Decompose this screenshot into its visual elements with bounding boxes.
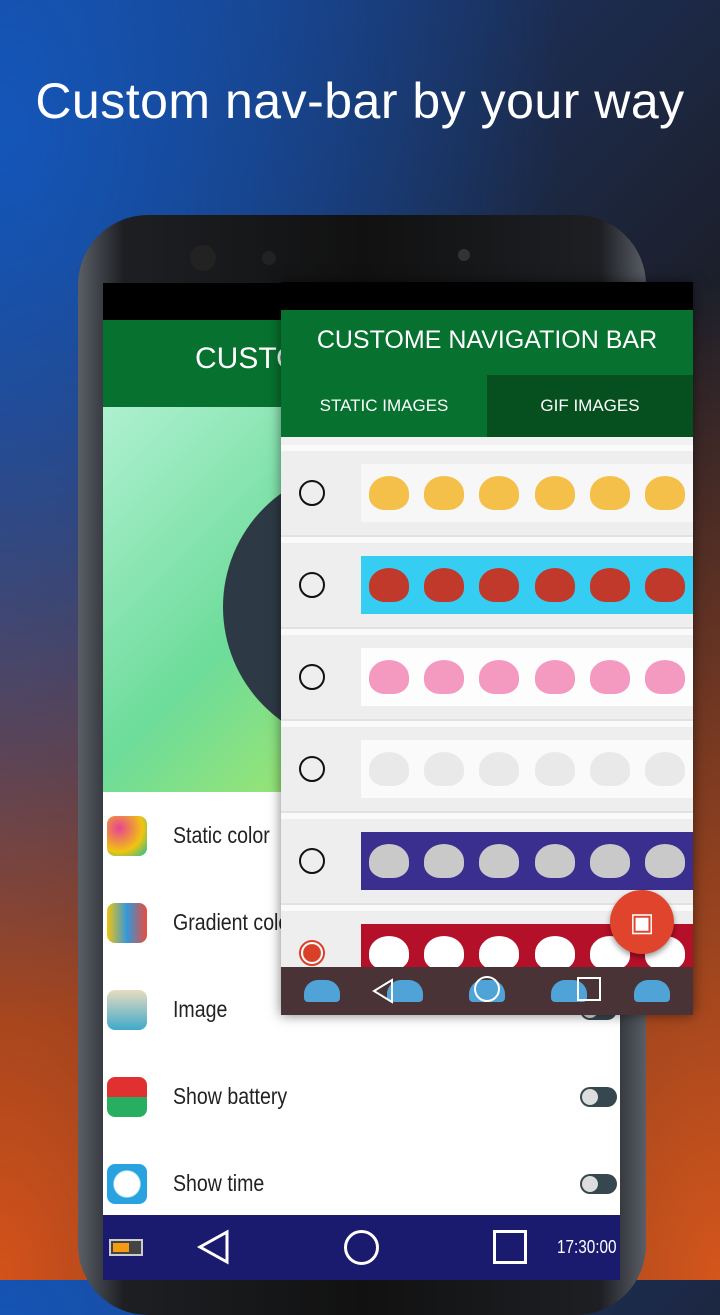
sticker bbox=[589, 476, 630, 510]
recents-icon[interactable] bbox=[493, 1230, 527, 1264]
sticker bbox=[368, 568, 409, 602]
sticker bbox=[479, 752, 520, 786]
tab-static-images[interactable]: STATIC IMAGES bbox=[281, 375, 487, 437]
time-label: 17:30:00 bbox=[557, 1237, 617, 1257]
sticker bbox=[423, 752, 464, 786]
sticker bbox=[368, 476, 409, 510]
sticker bbox=[368, 752, 409, 786]
sticker bbox=[534, 752, 575, 786]
sticker bbox=[589, 568, 630, 602]
radio-button[interactable] bbox=[299, 480, 325, 506]
back-icon[interactable] bbox=[196, 1229, 230, 1265]
toggle-switch[interactable] bbox=[580, 1086, 617, 1107]
sticker bbox=[645, 660, 686, 694]
navbar-theme-item[interactable] bbox=[281, 629, 693, 721]
sticker bbox=[423, 844, 464, 878]
battery-icon bbox=[109, 1239, 143, 1256]
sticker bbox=[534, 936, 575, 970]
sticker bbox=[423, 568, 464, 602]
sticker bbox=[534, 660, 575, 694]
sticker bbox=[368, 936, 409, 970]
theme-preview-bunnies-i-love-u bbox=[361, 740, 693, 798]
radio-button[interactable] bbox=[299, 940, 325, 966]
sticker bbox=[423, 476, 464, 510]
sticker bbox=[589, 660, 630, 694]
sticker bbox=[534, 476, 575, 510]
radio-button[interactable] bbox=[299, 664, 325, 690]
battery-icon bbox=[107, 1076, 147, 1117]
sticker bbox=[645, 476, 686, 510]
theme-preview-roosters bbox=[361, 556, 693, 614]
sticker bbox=[479, 660, 520, 694]
sticker bbox=[534, 844, 575, 878]
radio-button[interactable] bbox=[299, 572, 325, 598]
sticker bbox=[645, 568, 686, 602]
image-icon bbox=[107, 989, 147, 1030]
headline: Custom nav-bar by your way bbox=[35, 73, 685, 129]
theme-preview-cats bbox=[361, 464, 693, 522]
recents-icon[interactable] bbox=[577, 977, 602, 1001]
sticker bbox=[423, 660, 464, 694]
sticker bbox=[534, 568, 575, 602]
sticker bbox=[645, 844, 686, 878]
settings-item-label: Show time bbox=[173, 1170, 265, 1196]
page-title: CUSTOME NAVIGATION BAR bbox=[281, 310, 693, 375]
settings-item-label: Show battery bbox=[173, 1083, 288, 1109]
sticker bbox=[589, 752, 630, 786]
tab-gif-images[interactable]: GIF IMAGES bbox=[487, 375, 693, 437]
theme-preview-elephants bbox=[361, 832, 693, 890]
radio-button[interactable] bbox=[299, 756, 325, 782]
sticker bbox=[479, 844, 520, 878]
sticker bbox=[479, 568, 520, 602]
radio-button[interactable] bbox=[299, 848, 325, 874]
color-circles-icon bbox=[107, 815, 147, 856]
preview-nav-bar bbox=[281, 967, 693, 1015]
navbar-theme-item[interactable] bbox=[281, 721, 693, 813]
sticker bbox=[645, 752, 686, 786]
sticker bbox=[479, 936, 520, 970]
sticker bbox=[423, 936, 464, 970]
sticker bbox=[589, 844, 630, 878]
color-palette-icon bbox=[107, 902, 147, 943]
home-icon[interactable] bbox=[344, 1230, 379, 1265]
settings-item[interactable]: Show battery bbox=[103, 1053, 620, 1140]
navbar-theme-item[interactable] bbox=[281, 445, 693, 537]
cloud-icon bbox=[304, 980, 341, 1002]
navbar-theme-item[interactable] bbox=[281, 537, 693, 629]
back-icon[interactable] bbox=[371, 978, 395, 1004]
add-image-icon: ▣ bbox=[629, 906, 655, 937]
settings-item-label: Static color bbox=[173, 822, 270, 848]
sticker bbox=[479, 476, 520, 510]
stopwatch-icon bbox=[107, 1163, 147, 1204]
settings-item-label: Gradient color bbox=[173, 909, 296, 935]
add-image-button[interactable]: ▣ bbox=[610, 890, 674, 954]
theme-preview-bears-hearts bbox=[361, 648, 693, 706]
home-icon[interactable] bbox=[473, 976, 500, 1002]
toggle-switch[interactable] bbox=[580, 1173, 617, 1194]
sticker bbox=[368, 660, 409, 694]
bottom-nav-bar: 17:30:00 bbox=[103, 1215, 620, 1280]
cloud-icon bbox=[633, 980, 670, 1002]
settings-item-label: Image bbox=[173, 996, 228, 1022]
settings-item[interactable]: Show time bbox=[103, 1140, 620, 1227]
sticker bbox=[368, 844, 409, 878]
